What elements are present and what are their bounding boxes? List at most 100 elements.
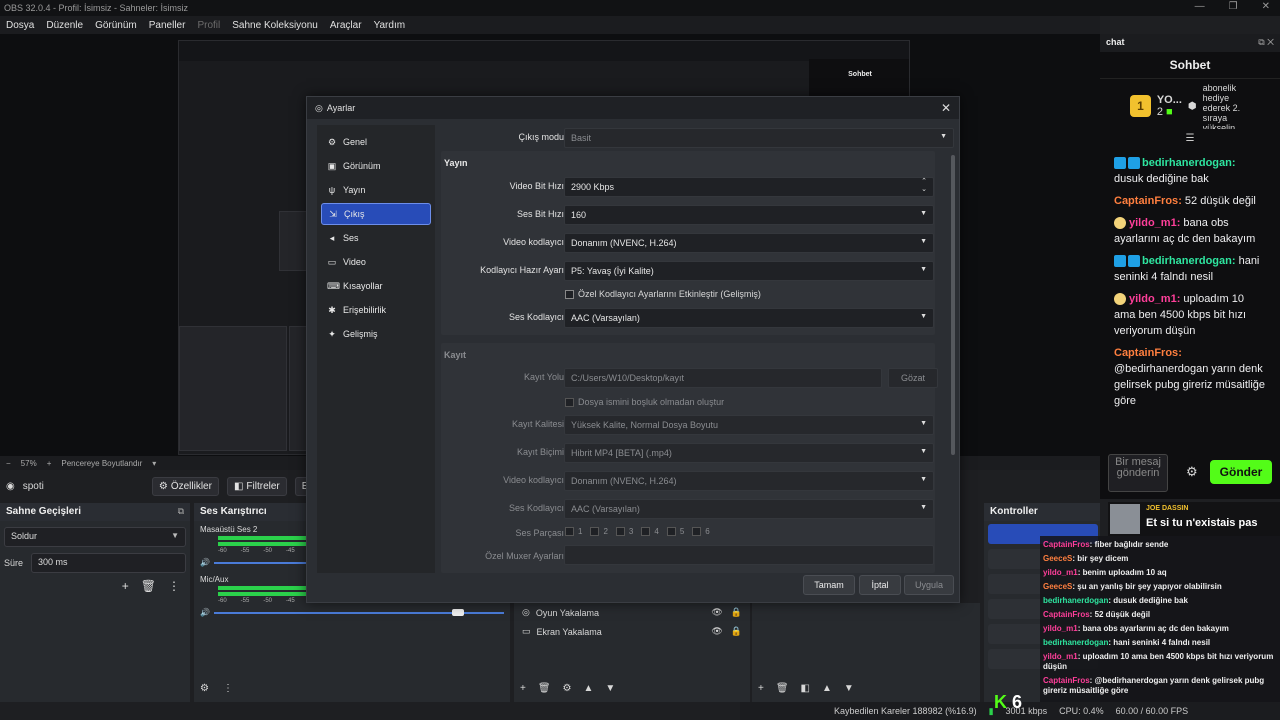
sidebar-item-gelismis[interactable]: ✦ Gelişmiş [321, 323, 431, 345]
sidebar-item-erisebilirlik[interactable]: ✱ Erişebilirlik [321, 299, 431, 321]
transition-select[interactable]: Soldur ▼ [4, 527, 186, 547]
maximize-icon[interactable]: ❐ [1229, 1, 1238, 12]
chat-username[interactable]: CaptainFros [1114, 195, 1178, 207]
monitor-icon: ▭ [327, 256, 337, 267]
trash-icon[interactable]: 🗑 [141, 579, 156, 593]
arrow-down-icon[interactable]: ▼ [844, 683, 854, 694]
sidebar-item-gorunum[interactable]: ▣ Görünüm [321, 155, 431, 177]
overlay-chat-line: GeeceS: bir şey dicem [1043, 554, 1129, 563]
duration-spinbox[interactable]: 300 ms [31, 553, 186, 573]
menu-sahne-koleksiyonu[interactable]: Sahne Koleksiyonu [232, 20, 318, 31]
mixer-settings-icon[interactable]: ⚙ [200, 683, 209, 694]
float-icon[interactable]: ⧉ [178, 506, 184, 518]
close-icon[interactable]: ✕ [1262, 1, 1270, 12]
menu-paneller[interactable]: Paneller [149, 20, 186, 31]
properties-button[interactable]: ⚙ Özellikler [151, 476, 219, 496]
minus-icon[interactable]: − [6, 459, 11, 468]
eye-icon[interactable]: 👁 [711, 626, 722, 637]
minimize-icon[interactable]: — [1195, 1, 1205, 12]
chat-username[interactable]: yildo_m1 [1129, 293, 1177, 305]
spin-arrows-icon[interactable]: ⌃ ⌄ [921, 178, 927, 194]
chat-username[interactable]: bedirhanerdogan [1142, 157, 1232, 169]
speaker-icon[interactable]: 🔊 [200, 558, 210, 567]
arrow-up-icon[interactable]: ▲ [584, 683, 594, 694]
fit-window-select[interactable]: Pencereye Boyutlandır [61, 459, 142, 468]
collapse-icon[interactable]: ☰ [1100, 133, 1280, 144]
record-quality-select[interactable]: Yüksek Kalite, Normal Dosya Boyutu ▼ [564, 415, 934, 435]
plus-icon[interactable]: + [47, 459, 52, 468]
checkbox[interactable] [565, 289, 574, 299]
no-space-checkbox[interactable]: Dosya ismini boşluk olmadan oluştur [565, 397, 724, 407]
filter-icon: ◧ [233, 480, 244, 492]
video-encoder-select[interactable]: Donanım (NVENC, H.264) ▼ [564, 233, 934, 253]
menu-duzenle[interactable]: Düzenle [46, 20, 83, 31]
checkbox[interactable] [565, 397, 574, 407]
custom-encoder-checkbox[interactable]: Özel Kodlayıcı Ayarlarını Etkinleştir (G… [565, 289, 761, 299]
trash-icon[interactable]: 🗑 [538, 683, 551, 694]
gear-icon[interactable]: ⚙ [563, 683, 572, 694]
sidebar-item-ses[interactable]: ◂ Ses [321, 227, 431, 249]
menu-profil[interactable]: Profil [197, 20, 220, 31]
kebab-menu-icon[interactable]: ⋮ [168, 579, 180, 593]
speaker-icon[interactable]: 🔊 [200, 608, 210, 617]
audio-meter [218, 536, 308, 540]
lock-icon[interactable]: 🔒 [731, 626, 742, 637]
sidebar-item-kisayollar[interactable]: ⌨ Kısayollar [321, 275, 431, 297]
trash-icon[interactable]: 🗑 [776, 683, 789, 694]
add-icon[interactable]: + [758, 683, 764, 694]
video-bitrate-spinbox[interactable]: 2900 Kbps ⌃ ⌄ [564, 177, 934, 197]
record-path-input[interactable]: C:/Users/W10/Desktop/kayıt [564, 368, 882, 388]
source-item[interactable]: ▭ Ekran Yakalama 👁 🔒 [514, 622, 750, 641]
volume-slider[interactable] [213, 608, 504, 616]
float-icon[interactable]: ⧉ ✕ [1258, 37, 1274, 49]
muxer-input[interactable] [564, 545, 934, 565]
menu-araclar[interactable]: Araçlar [330, 20, 362, 31]
menu-yardim[interactable]: Yardım [374, 20, 406, 31]
audio-bitrate-select[interactable]: 160 ▼ [564, 205, 934, 225]
arrow-down-icon[interactable]: ▼ [605, 683, 615, 694]
ok-button[interactable]: Tamam [803, 575, 855, 595]
chat-input[interactable]: Bir mesaj gönderin [1108, 454, 1168, 492]
filters-button[interactable]: ◧ Filtreler [226, 476, 287, 496]
track-checkbox[interactable]: 3 [615, 527, 633, 537]
track-checkbox[interactable]: 5 [666, 527, 684, 537]
record-audio-encoder-select[interactable]: AAC (Varsayılan) ▼ [564, 499, 934, 519]
chat-username[interactable]: bedirhanerdogan [1142, 255, 1232, 267]
eye-icon[interactable]: 👁 [711, 607, 722, 618]
add-icon[interactable]: + [122, 579, 129, 593]
sidebar-item-genel[interactable]: ⚙ Genel [321, 131, 431, 153]
cancel-button[interactable]: İptal [859, 575, 901, 595]
menu-dosya[interactable]: Dosya [6, 20, 34, 31]
record-format-select[interactable]: Hibrit MP4 [BETA] (.mp4) ▼ [564, 443, 934, 463]
send-button[interactable]: Gönder [1210, 460, 1272, 484]
arrow-up-icon[interactable]: ▲ [822, 683, 832, 694]
sidebar-item-cikis[interactable]: ⇲ Çıkış [321, 203, 431, 225]
track-checkbox[interactable]: 6 [692, 527, 710, 537]
menu-gorunum[interactable]: Görünüm [95, 20, 137, 31]
chevron-down-icon: ▼ [920, 448, 927, 455]
track-checkbox[interactable]: 4 [641, 527, 659, 537]
record-encoder-select[interactable]: Donanım (NVENC, H.264) ▼ [564, 471, 934, 491]
monitor-icon: ▭ [522, 626, 531, 636]
audio-encoder-select[interactable]: AAC (Varsayılan) ▼ [564, 308, 934, 328]
slider-handle[interactable] [452, 608, 464, 616]
source-item[interactable]: ◎ Oyun Yakalama 👁 🔒 [514, 603, 750, 622]
encoder-preset-select[interactable]: P5: Yavaş (İyi Kalite) ▼ [564, 261, 934, 281]
browse-button[interactable]: Gözat [888, 368, 938, 388]
add-icon[interactable]: + [520, 683, 526, 694]
gear-icon[interactable]: ⚙ [1186, 464, 1198, 480]
lock-icon[interactable]: 🔒 [731, 607, 742, 618]
chevron-down-icon: ▼ [920, 420, 927, 427]
track-checkbox[interactable]: 1 [565, 527, 582, 537]
sidebar-item-video[interactable]: ▭ Video [321, 251, 431, 273]
chat-username[interactable]: CaptainFros [1114, 347, 1178, 359]
scrollbar[interactable] [951, 155, 955, 455]
chat-username[interactable]: yildo_m1 [1129, 217, 1177, 229]
apply-button[interactable]: Uygula [904, 575, 954, 595]
kebab-menu-icon[interactable]: ⋮ [223, 683, 233, 694]
close-icon[interactable]: ✕ [941, 101, 951, 115]
output-mode-select[interactable]: Basit ▼ [564, 128, 954, 148]
filter-icon[interactable]: ◧ [801, 683, 810, 694]
sidebar-item-yayin[interactable]: ψ Yayın [321, 179, 431, 201]
track-checkbox[interactable]: 2 [590, 527, 608, 537]
